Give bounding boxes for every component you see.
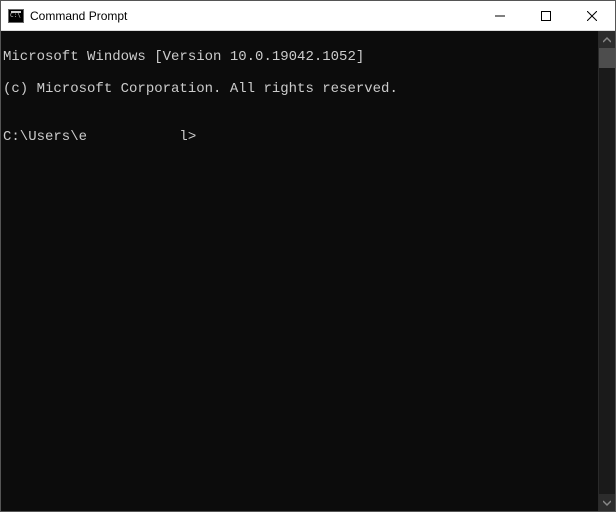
scroll-up-button[interactable] [599,31,615,48]
maximize-button[interactable] [523,1,569,30]
window-controls [477,1,615,30]
titlebar[interactable]: Command Prompt [1,1,615,31]
scroll-down-button[interactable] [599,494,615,511]
console-line: Microsoft Windows [Version 10.0.19042.10… [3,49,598,65]
scroll-track[interactable] [599,48,615,494]
maximize-icon [541,11,551,21]
client-area: Microsoft Windows [Version 10.0.19042.10… [1,31,615,511]
chevron-down-icon [603,499,611,507]
console-line: (c) Microsoft Corporation. All rights re… [3,81,598,97]
minimize-icon [495,11,505,21]
minimize-button[interactable] [477,1,523,30]
command-prompt-window: Command Prompt Microsoft Windows [Versio… [0,0,616,512]
close-button[interactable] [569,1,615,30]
scroll-thumb[interactable] [599,48,615,68]
close-icon [587,11,597,21]
chevron-up-icon [603,36,611,44]
cmd-icon [8,9,24,23]
console-prompt: C:\Users\e l> [3,129,598,145]
vertical-scrollbar[interactable] [598,31,615,511]
console-output[interactable]: Microsoft Windows [Version 10.0.19042.10… [1,31,598,511]
window-title: Command Prompt [30,9,127,23]
titlebar-left: Command Prompt [1,9,127,23]
